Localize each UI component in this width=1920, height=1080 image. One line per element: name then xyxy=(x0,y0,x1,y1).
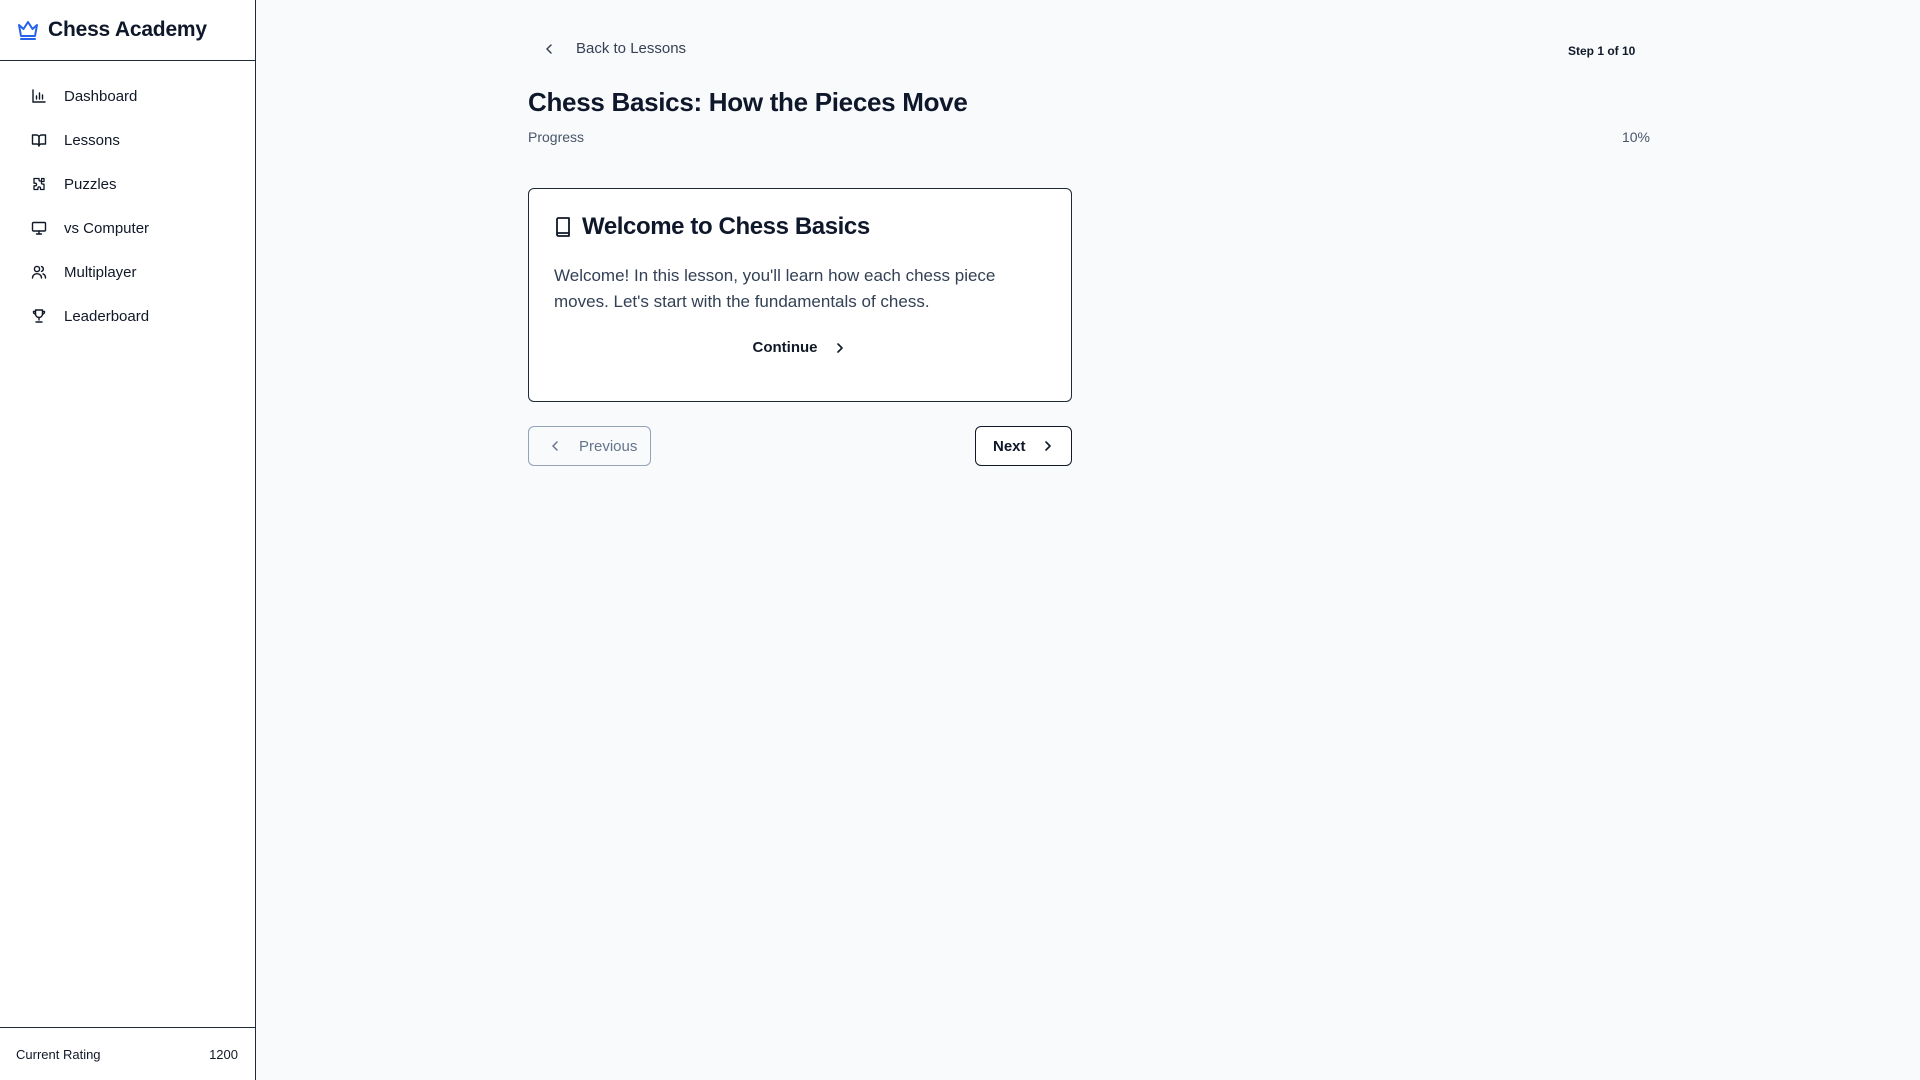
sidebar-item-vs-computer[interactable]: vs Computer xyxy=(0,206,255,250)
lesson-main: Back to Lessons Step 1 of 10 Chess Basic… xyxy=(528,0,1650,466)
previous-button[interactable]: Previous xyxy=(528,426,651,466)
sidebar-item-label: vs Computer xyxy=(64,219,150,237)
app-title: Chess Academy xyxy=(48,18,207,41)
step-indicator: Step 1 of 10 xyxy=(1568,44,1636,58)
next-button[interactable]: Next xyxy=(975,426,1072,466)
card-title: Welcome to Chess Basics xyxy=(582,213,870,240)
sidebar-item-dashboard[interactable]: Dashboard xyxy=(0,74,255,118)
back-to-lessons-link[interactable]: Back to Lessons xyxy=(541,40,686,57)
sidebar-item-multiplayer[interactable]: Multiplayer xyxy=(0,250,255,294)
sidebar-item-puzzles[interactable]: Puzzles xyxy=(0,162,255,206)
sidebar-item-lessons[interactable]: Lessons xyxy=(0,118,255,162)
sidebar-nav: Dashboard Lessons Puzzles vs Computer Mu… xyxy=(0,61,255,338)
chevron-left-icon xyxy=(547,438,563,454)
previous-label: Previous xyxy=(579,437,638,455)
chevron-right-icon xyxy=(1040,438,1056,454)
monitor-icon xyxy=(31,220,47,236)
page-title: Chess Basics: How the Pieces Move xyxy=(528,87,968,117)
continue-button[interactable]: Continue xyxy=(529,339,1071,356)
book-open-icon xyxy=(31,132,47,148)
progress-bar-fill xyxy=(528,151,640,155)
progress-row: Progress 10% xyxy=(528,129,1650,145)
progress-bar xyxy=(528,151,1650,155)
crown-icon xyxy=(16,18,40,42)
bar-chart-icon xyxy=(31,88,47,104)
sidebar-item-label: Multiplayer xyxy=(64,263,137,281)
lesson-step-card: Welcome to Chess Basics Welcome! In this… xyxy=(528,188,1072,402)
next-label: Next xyxy=(993,437,1026,455)
sidebar-item-label: Lessons xyxy=(64,131,120,149)
card-header: Welcome to Chess Basics xyxy=(554,213,870,241)
book-icon xyxy=(554,217,572,237)
sidebar: Chess Academy Dashboard Lessons Puzzles … xyxy=(0,0,256,1080)
progress-percent: 10% xyxy=(1621,129,1650,145)
trophy-icon xyxy=(31,308,47,324)
chevron-right-icon xyxy=(832,340,848,356)
chevron-left-icon xyxy=(541,41,557,57)
sidebar-item-leaderboard[interactable]: Leaderboard xyxy=(0,294,255,338)
rating-label: Current Rating xyxy=(16,1046,101,1062)
sidebar-item-label: Puzzles xyxy=(64,175,117,193)
users-icon xyxy=(31,264,47,280)
continue-label: Continue xyxy=(752,339,818,356)
sidebar-item-label: Dashboard xyxy=(64,87,138,105)
progress-label: Progress xyxy=(528,129,585,145)
brand[interactable]: Chess Academy xyxy=(0,0,255,61)
rating-value: 1200 xyxy=(209,1046,238,1062)
sidebar-item-label: Leaderboard xyxy=(64,307,150,325)
puzzle-icon xyxy=(31,176,47,192)
back-label: Back to Lessons xyxy=(576,40,687,57)
rating-footer: Current Rating 1200 xyxy=(0,1027,255,1080)
card-body-text: Welcome! In this lesson, you'll learn ho… xyxy=(554,266,996,311)
